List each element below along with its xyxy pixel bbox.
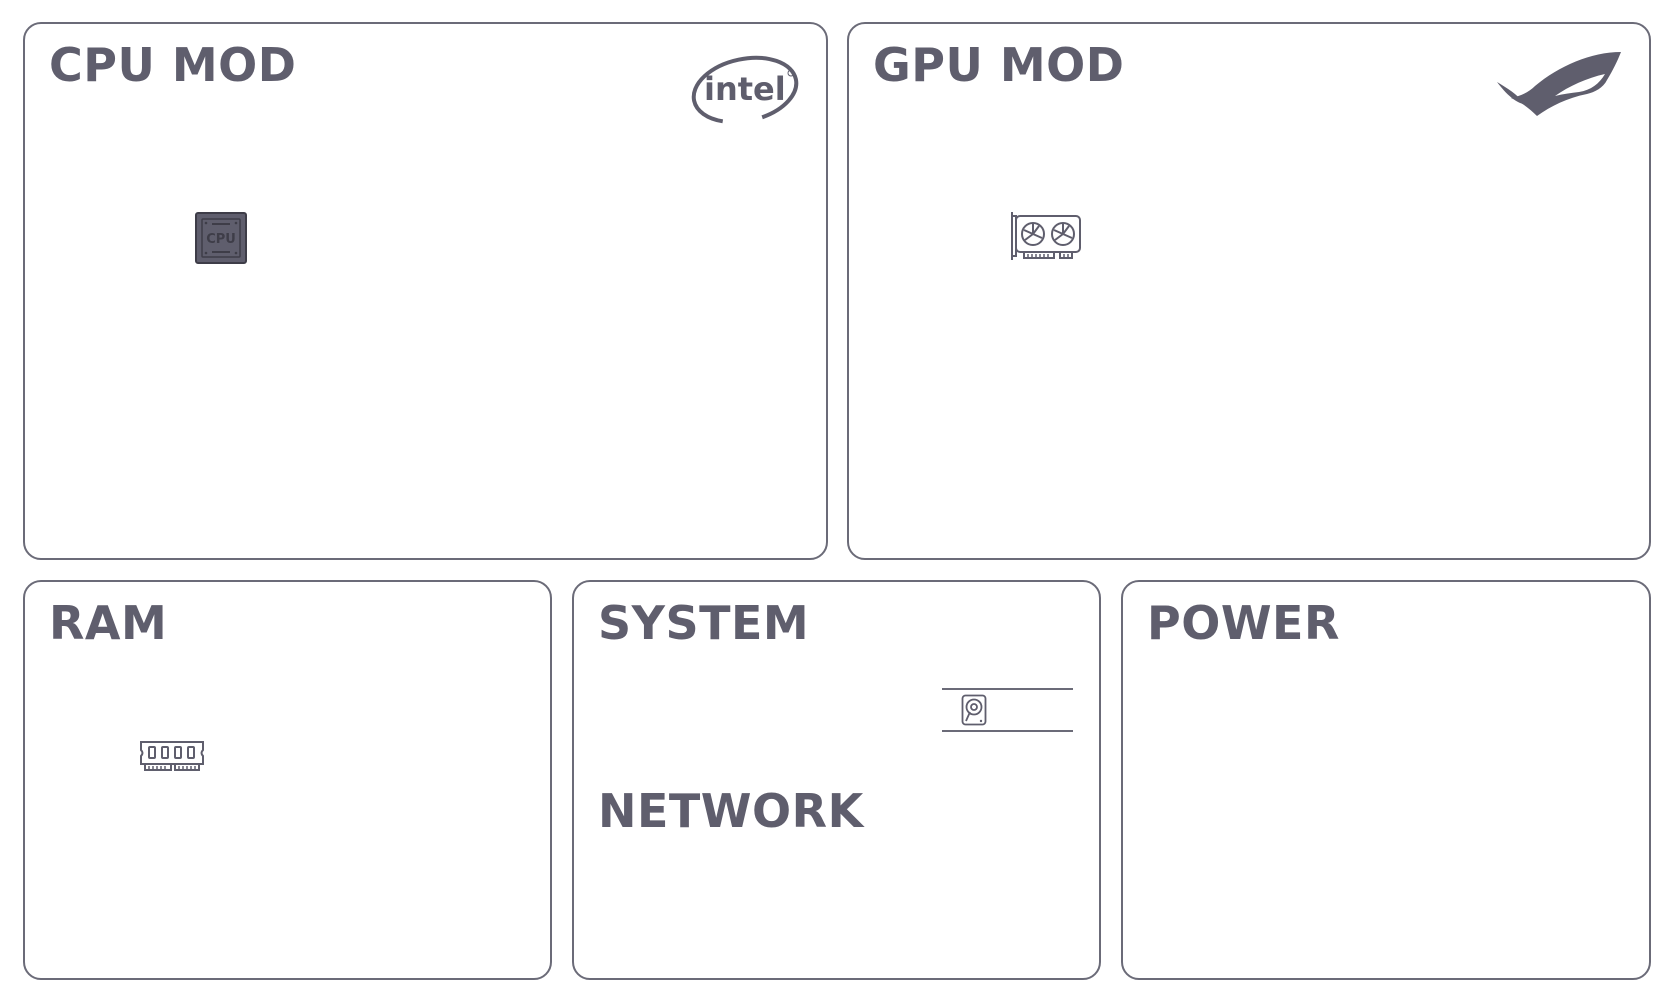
intel-logo: intel (691, 55, 799, 125)
cpu-chip-label: CPU (206, 232, 236, 247)
storage-widget (942, 688, 1073, 732)
hard-disk-icon (961, 694, 987, 726)
gpu-mod-title: GPU MOD (873, 38, 1125, 92)
power-panel: POWER (1121, 580, 1651, 980)
gpu-mod-panel: GPU MOD (847, 22, 1651, 560)
intel-logo-text: intel (704, 70, 786, 108)
cpu-mod-title: CPU MOD (49, 38, 297, 92)
rog-logo (1497, 52, 1621, 116)
system-title: SYSTEM (598, 596, 810, 650)
power-title: POWER (1147, 596, 1340, 650)
ram-panel: RAM (23, 580, 552, 980)
network-title: NETWORK (598, 784, 864, 838)
cpu-mod-panel: CPU MOD intel CPU (23, 22, 828, 560)
ram-title: RAM (49, 596, 168, 650)
graphics-card-icon (1011, 212, 1081, 260)
cpu-chip-icon: CPU (195, 212, 247, 264)
system-panel: SYSTEM NETWORK (572, 580, 1101, 980)
ram-stick-icon (140, 741, 204, 771)
